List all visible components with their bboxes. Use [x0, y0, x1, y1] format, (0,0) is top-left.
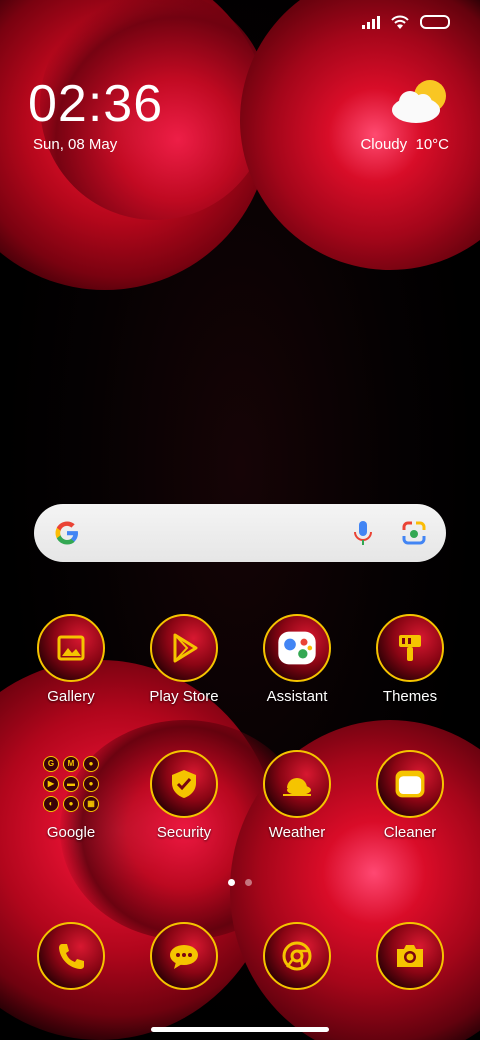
app-weather[interactable]: Weather [242, 750, 352, 841]
home-gesture-bar[interactable] [151, 1027, 329, 1032]
battery-icon [420, 15, 450, 29]
page-indicator [228, 879, 252, 886]
phone-icon [37, 922, 105, 990]
google-search-bar[interactable] [34, 504, 446, 562]
paintbrush-icon [376, 614, 444, 682]
app-cleaner[interactable]: Cleaner [355, 750, 465, 841]
lens-icon[interactable] [400, 519, 428, 547]
app-label: Play Store [149, 688, 219, 705]
app-folder-google[interactable]: G M ● ▶ ▬ ● ◐ ● ▦ Google [16, 750, 126, 841]
google-logo-icon [55, 521, 78, 545]
folder-item-icon: ◐ [43, 796, 59, 812]
play-store-icon [150, 614, 218, 682]
app-label: Google [46, 824, 96, 841]
app-gallery[interactable]: Gallery [16, 614, 126, 705]
app-assistant[interactable]: Assistant [242, 614, 352, 705]
app-label: Weather [268, 824, 326, 841]
weather-summary[interactable]: Cloudy 10°C [360, 136, 449, 153]
dock-phone[interactable] [16, 922, 126, 990]
app-label: Cleaner [383, 824, 437, 841]
weather-temperature: 10°C [415, 136, 449, 153]
folder-item-icon: ▦ [83, 796, 99, 812]
folder-icon: G M ● ▶ ▬ ● ◐ ● ▦ [37, 750, 105, 818]
assistant-icon [263, 614, 331, 682]
dock-chrome[interactable] [242, 922, 352, 990]
folder-item-icon: ● [83, 776, 99, 792]
folder-item-icon: ● [63, 796, 79, 812]
shield-check-icon [150, 750, 218, 818]
weather-icon [263, 750, 331, 818]
messages-icon [150, 922, 218, 990]
clock-date[interactable]: Sun, 08 May [33, 136, 117, 153]
weather-condition: Cloudy [360, 136, 408, 153]
folder-item-icon: M [63, 756, 79, 772]
folder-item-icon: ▶ [43, 776, 59, 792]
chrome-icon [263, 922, 331, 990]
app-themes[interactable]: Themes [355, 614, 465, 705]
dock-camera[interactable] [355, 922, 465, 990]
app-security[interactable]: Security [129, 750, 239, 841]
folder-item-icon: ▬ [63, 776, 79, 792]
app-label: Assistant [266, 688, 328, 705]
status-bar [362, 14, 450, 30]
cloud-sun-icon[interactable] [386, 76, 450, 126]
rose-top-right [240, 0, 480, 270]
app-label: Security [156, 824, 212, 841]
dock-messages[interactable] [129, 922, 239, 990]
camera-icon [376, 922, 444, 990]
signal-icon [362, 15, 380, 29]
app-label: Gallery [47, 688, 95, 705]
gallery-icon [37, 614, 105, 682]
wifi-icon [391, 15, 409, 29]
app-play-store[interactable]: Play Store [129, 614, 239, 705]
folder-item-icon: ● [83, 756, 99, 772]
folder-item-icon: G [43, 756, 59, 772]
cleaner-icon [376, 750, 444, 818]
clock-time[interactable]: 02:36 [28, 74, 163, 134]
page-dot [245, 879, 252, 886]
microphone-icon[interactable] [352, 519, 374, 547]
app-label: Themes [382, 688, 438, 705]
page-dot-active [228, 879, 235, 886]
